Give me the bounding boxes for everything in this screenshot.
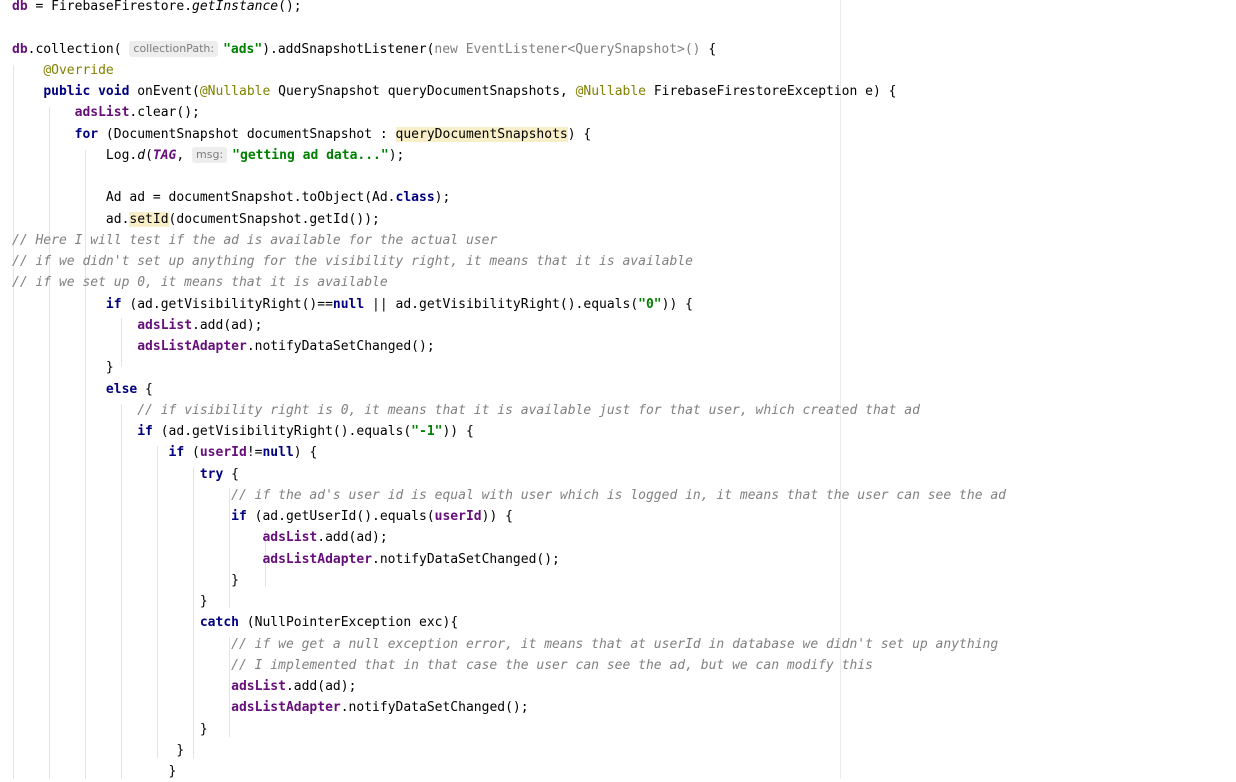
code-line[interactable]: } <box>12 570 239 591</box>
code-line[interactable]: Ad ad = documentSnapshot.toObject(Ad.cla… <box>12 187 450 208</box>
code-line[interactable]: Log.d(TAG, msg: "getting ad data..."); <box>12 145 404 166</box>
code-line[interactable]: adsListAdapter.notifyDataSetChanged(); <box>12 549 559 570</box>
code-line[interactable]: for (DocumentSnapshot documentSnapshot :… <box>12 124 591 145</box>
code-line[interactable]: db.collection( collectionPath: "ads").add… <box>12 39 716 60</box>
annotation: @Override <box>43 63 114 78</box>
code-line[interactable]: adsList.add(ad); <box>12 527 387 548</box>
code-editor[interactable]: db = FirebaseFirestore.getInstance(); db… <box>0 0 1236 779</box>
code-line[interactable]: catch (NullPointerException exc){ <box>12 612 458 633</box>
class-name: NullPointerException <box>254 615 412 630</box>
code-comment: // if we set up 0, it means that it is a… <box>12 275 388 290</box>
string-literal: "getting ad data..." <box>232 148 389 163</box>
field-reference: adsList <box>137 318 193 333</box>
code-comment: // I implemented that in that case the u… <box>231 658 873 673</box>
code-line[interactable]: adsList.clear(); <box>12 102 200 123</box>
parameter-hint: msg: <box>192 147 228 163</box>
code-line[interactable]: adsList.add(ad); <box>12 315 262 336</box>
code-line[interactable]: } <box>12 591 208 612</box>
code-line[interactable]: public void onEvent(@Nullable QuerySnaps… <box>12 81 896 102</box>
annotation: @Nullable <box>199 84 271 99</box>
string-literal: "ads" <box>223 42 263 57</box>
field-reference: adsListAdapter <box>262 552 373 567</box>
code-line[interactable]: // if we get a null exception error, it … <box>12 634 998 655</box>
code-line[interactable]: // if visibility right is 0, it means th… <box>12 400 920 421</box>
parameter-name: queryDocumentSnapshots <box>387 84 560 99</box>
highlighted-usage: setId <box>129 212 169 227</box>
code-line[interactable]: adsListAdapter.notifyDataSetChanged(); <box>12 336 434 357</box>
anonymous-class-name: EventListener<QuerySnapshot> <box>465 42 685 57</box>
code-line[interactable]: // I implemented that in that case the u… <box>12 655 873 676</box>
code-line[interactable]: else { <box>12 379 153 400</box>
code-line[interactable]: if (userId!=null) { <box>12 442 318 463</box>
code-line[interactable]: adsListAdapter.notifyDataSetChanged(); <box>12 697 528 718</box>
firestore-class-name: FirebaseFirestore <box>51 0 185 14</box>
field-reference: adsListAdapter <box>137 339 247 354</box>
code-line[interactable]: db = FirebaseFirestore.getInstance(); <box>12 0 302 17</box>
code-comment: // if visibility right is 0, it means th… <box>137 403 920 418</box>
parameter-hint: collectionPath: <box>129 41 219 57</box>
field-reference: userId <box>199 445 247 460</box>
code-comment: // if we didn't set up anything for the … <box>12 254 693 269</box>
string-literal: "0" <box>638 297 662 312</box>
field-reference: userId <box>434 509 482 524</box>
code-line[interactable]: // if the ad's user id is equal with use… <box>12 485 1006 506</box>
field-reference: adsList <box>262 530 318 545</box>
field-reference: adsList <box>231 679 286 694</box>
highlighted-usage: queryDocumentSnapshots <box>395 127 568 142</box>
code-line[interactable]: if (ad.getVisibilityRight().equals("-1")… <box>12 421 474 442</box>
string-literal: "-1" <box>411 424 443 439</box>
code-line[interactable]: ad.setId(documentSnapshot.getId()); <box>12 209 380 230</box>
code-line[interactable]: } <box>12 357 114 378</box>
class-name: FirebaseFirestoreException <box>653 84 858 99</box>
field-reference: adsList <box>74 105 130 120</box>
code-line[interactable]: try { <box>12 464 239 485</box>
code-line[interactable]: } <box>12 719 208 740</box>
code-line[interactable]: adsList.add(ad); <box>12 676 356 697</box>
code-line[interactable]: if (ad.getUserId().equals(userId)) { <box>12 506 513 527</box>
code-line[interactable]: @Override <box>12 60 114 81</box>
get-instance-method: getInstance <box>192 0 279 14</box>
code-comment: // if we get a null exception error, it … <box>231 637 999 652</box>
annotation: @Nullable <box>575 84 647 99</box>
code-comment: // Here I will test if the ad is availab… <box>12 233 498 248</box>
field-reference: adsListAdapter <box>231 700 341 715</box>
code-line[interactable]: } <box>12 740 184 761</box>
code-comment: // if the ad's user id is equal with use… <box>231 488 1006 503</box>
code-line[interactable]: if (ad.getVisibilityRight()==null || ad.… <box>12 294 693 315</box>
constant-reference: TAG <box>152 148 177 163</box>
